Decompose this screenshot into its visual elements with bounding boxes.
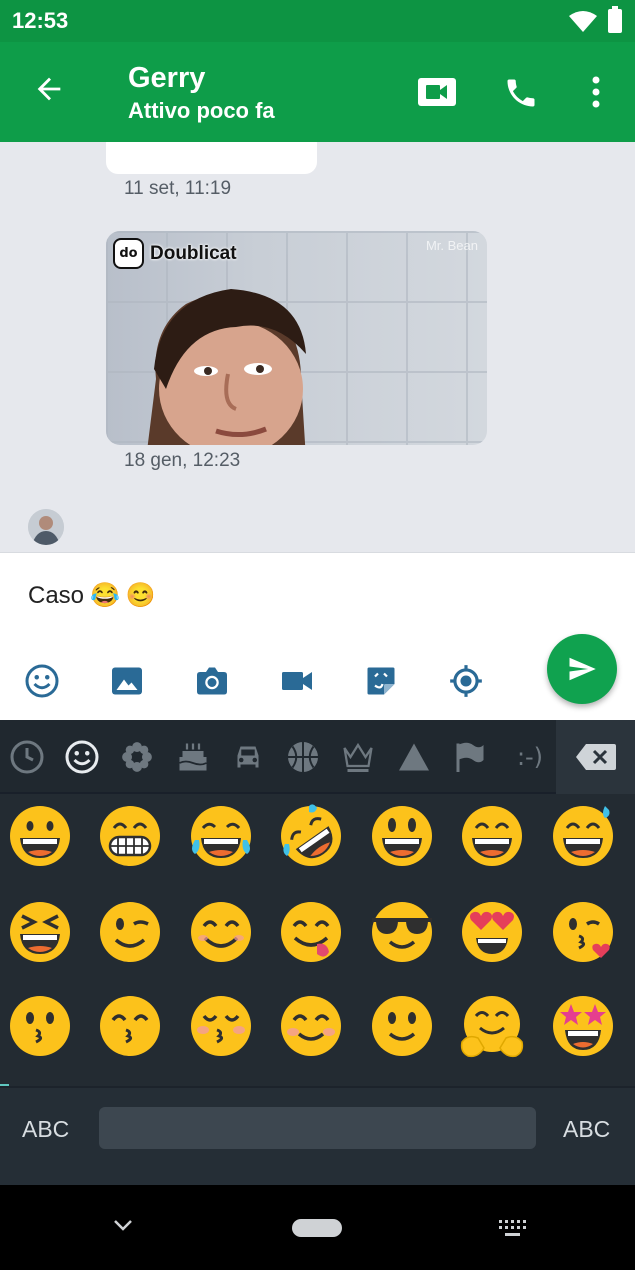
tears-of-joy-face-icon[interactable] <box>189 804 253 868</box>
travel-category-icon[interactable] <box>229 738 267 776</box>
doublicat-brand: do Doublicat <box>113 238 237 269</box>
food-category-icon[interactable] <box>174 738 212 776</box>
doublicat-logo-icon: do <box>113 238 144 269</box>
kissing-heart-face-icon[interactable] <box>551 900 615 964</box>
backspace-icon <box>575 744 616 770</box>
emoticons-category-label[interactable]: :-) <box>507 738 553 776</box>
video-call-icon[interactable] <box>418 76 456 108</box>
activities-category-icon[interactable] <box>284 738 322 776</box>
video-icon[interactable] <box>277 661 317 701</box>
backspace-button[interactable] <box>556 720 635 794</box>
message-input[interactable]: Caso 😂 😊 <box>28 581 156 610</box>
gif-watermark: Mr. Bean <box>425 238 478 253</box>
relaxed-face-icon[interactable] <box>279 994 343 1058</box>
message-timestamp: 18 gen, 12:23 <box>124 450 241 471</box>
grinning-smiling-eyes-face-icon[interactable] <box>460 804 524 868</box>
send-button[interactable] <box>547 634 617 704</box>
heart-eyes-face-icon[interactable] <box>460 900 524 964</box>
gif-face-image <box>147 289 306 445</box>
flags-category-icon[interactable] <box>451 738 489 776</box>
more-options-icon[interactable] <box>586 74 606 110</box>
back-arrow-icon[interactable] <box>32 72 66 106</box>
emoji-icon[interactable] <box>22 661 62 701</box>
kissing-closed-eyes-face-icon[interactable] <box>189 994 253 1058</box>
rolling-laughing-face-icon[interactable] <box>279 804 343 868</box>
symbols-category-icon[interactable] <box>395 738 433 776</box>
status-time: 12:53 <box>12 8 69 33</box>
doublicat-label: Doublicat <box>150 242 237 264</box>
recent-category-icon[interactable] <box>8 738 46 776</box>
chat-area[interactable]: 11 set, 11:19 do Doublicat Mr. Bean 18 g… <box>0 142 635 552</box>
slightly-smiling-face-icon[interactable] <box>370 994 434 1058</box>
message-input-text: Caso <box>28 581 85 609</box>
squinting-face-icon[interactable] <box>8 900 72 964</box>
input-emoji: 😊 <box>125 582 156 609</box>
emoji-grid <box>0 796 635 1086</box>
phone-call-icon[interactable] <box>503 75 539 111</box>
keyboard-bottom-row: ABC ABC <box>0 1086 635 1185</box>
kissing-face-icon[interactable] <box>8 994 72 1058</box>
message-bubble[interactable] <box>106 142 317 174</box>
home-pill-button[interactable] <box>292 1219 342 1237</box>
space-bar[interactable] <box>99 1107 536 1149</box>
hugging-face-icon[interactable] <box>460 994 524 1058</box>
message-composer: Caso 😂 😊 <box>0 552 635 720</box>
abc-key-left[interactable]: ABC <box>22 1116 69 1143</box>
smiling-face-icon[interactable] <box>189 900 253 964</box>
contact-status: Attivo poco fa <box>128 98 275 123</box>
sunglasses-face-icon[interactable] <box>370 900 434 964</box>
yum-face-icon[interactable] <box>279 900 343 964</box>
status-bar: 12:53 <box>0 0 635 42</box>
beaming-face-icon[interactable] <box>98 804 162 868</box>
nature-category-icon[interactable] <box>118 738 156 776</box>
location-icon[interactable] <box>446 661 486 701</box>
emoji-category-bar: :-) <box>0 720 635 794</box>
battery-icon <box>608 6 622 33</box>
kissing-smiling-eyes-face-icon[interactable] <box>98 994 162 1058</box>
contact-avatar <box>28 509 64 545</box>
abc-key-right[interactable]: ABC <box>563 1116 610 1143</box>
send-icon <box>569 657 596 681</box>
camera-icon[interactable] <box>192 661 232 701</box>
composer-toolbar <box>0 661 530 701</box>
input-emoji: 😂 <box>90 582 120 609</box>
winking-face-icon[interactable] <box>98 900 162 964</box>
wifi-icon <box>569 11 597 32</box>
grinning-big-eyes-face-icon[interactable] <box>370 804 434 868</box>
system-nav-bar <box>0 1185 635 1270</box>
sticker-icon[interactable] <box>361 661 401 701</box>
star-struck-face-icon[interactable] <box>551 994 615 1058</box>
emoji-keyboard: :-) ABC ABC <box>0 720 635 1185</box>
chevron-down-icon[interactable] <box>112 1217 134 1233</box>
keyboard-switch-icon[interactable] <box>498 1219 528 1239</box>
gif-message[interactable]: do Doublicat Mr. Bean <box>106 231 487 445</box>
contact-name[interactable]: Gerry <box>128 62 205 95</box>
grinning-sweat-face-icon[interactable] <box>551 804 615 868</box>
app-bar: Gerry Attivo poco fa <box>0 42 635 142</box>
image-icon[interactable] <box>107 661 147 701</box>
message-timestamp: 11 set, 11:19 <box>124 178 232 199</box>
objects-category-icon[interactable] <box>339 738 377 776</box>
smileys-category-icon[interactable] <box>63 738 101 776</box>
grinning-face-icon[interactable] <box>8 804 72 868</box>
